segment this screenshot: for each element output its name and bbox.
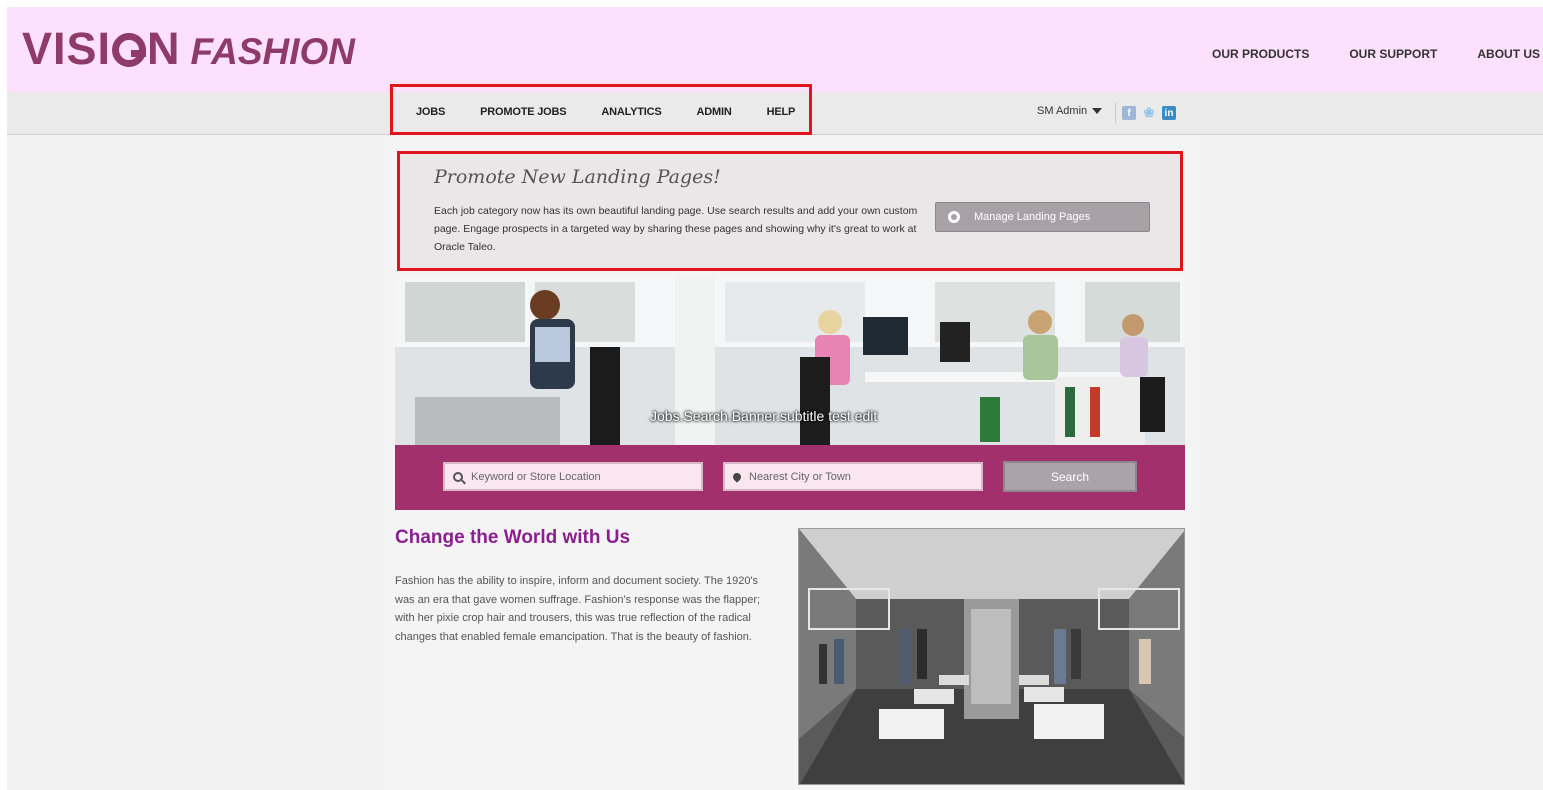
nav-help[interactable]: HELP [767,106,796,118]
location-pin-icon [731,470,743,483]
logo-text-vision: VISI [22,23,112,74]
banner-caption: Jobs.Search.Banner.subtitle test edit [650,408,878,424]
logo-text-fashion: FASHION [190,31,356,72]
nav-admin[interactable]: ADMIN [697,106,732,118]
keyword-placeholder: Keyword or Store Location [471,470,601,483]
search-bar: Keyword or Store Location Nearest City o… [395,445,1185,510]
nav-promote-jobs[interactable]: PROMOTE JOBS [480,106,566,118]
divider [1115,102,1116,124]
top-nav-our-products[interactable]: OUR PRODUCTS [1212,47,1309,61]
promo-box: Promote New Landing Pages! Each job cate… [397,151,1183,271]
manage-landing-pages-label: Manage Landing Pages [974,211,1091,223]
user-menu[interactable]: SM Admin [1037,105,1103,117]
top-nav-about-us[interactable]: ABOUT US [1477,47,1540,61]
search-icon [453,471,463,482]
gear-icon [948,211,960,223]
user-name: SM Admin [1037,105,1088,117]
facebook-icon[interactable]: f [1122,106,1136,120]
twitter-icon[interactable]: ❀ [1142,105,1156,120]
promo-title: Promote New Landing Pages! [434,166,721,188]
nav-jobs[interactable]: JOBS [416,106,445,118]
site-header: VISI N FASHION OUR PRODUCTS OUR SUPPORT A… [7,7,1543,92]
top-navigation: OUR PRODUCTS OUR SUPPORT ABOUT US [1212,47,1540,61]
nav-analytics[interactable]: ANALYTICS [601,106,661,118]
store-interior-image [798,528,1185,785]
caret-down-icon [1092,108,1103,114]
logo-o-mark [112,33,147,67]
content-body: Fashion has the ability to inspire, info… [395,575,761,643]
promo-text: Each job category now has its own beauti… [434,205,918,253]
social-links: f ❀ in [1122,105,1176,120]
store-photo [799,529,1184,784]
main-navigation: JOBS PROMOTE JOBS ANALYTICS ADMIN HELP [416,106,830,118]
content-headline: Change the World with Us [395,527,631,548]
location-placeholder: Nearest City or Town [749,470,851,483]
linkedin-icon[interactable]: in [1162,106,1176,120]
keyword-search-input[interactable]: Keyword or Store Location [443,462,703,491]
page: VISI N FASHION OUR PRODUCTS OUR SUPPORT A… [7,7,1543,790]
top-nav-our-support[interactable]: OUR SUPPORT [1349,47,1437,61]
manage-landing-pages-button[interactable]: Manage Landing Pages [935,202,1150,232]
search-button[interactable]: Search [1003,461,1137,492]
vision-fashion-logo[interactable]: VISI N FASHION [22,23,356,74]
logo-text-n: N [147,23,181,74]
location-search-input[interactable]: Nearest City or Town [723,462,983,491]
banner-image: Jobs.Search.Banner.subtitle test edit [395,277,1185,445]
